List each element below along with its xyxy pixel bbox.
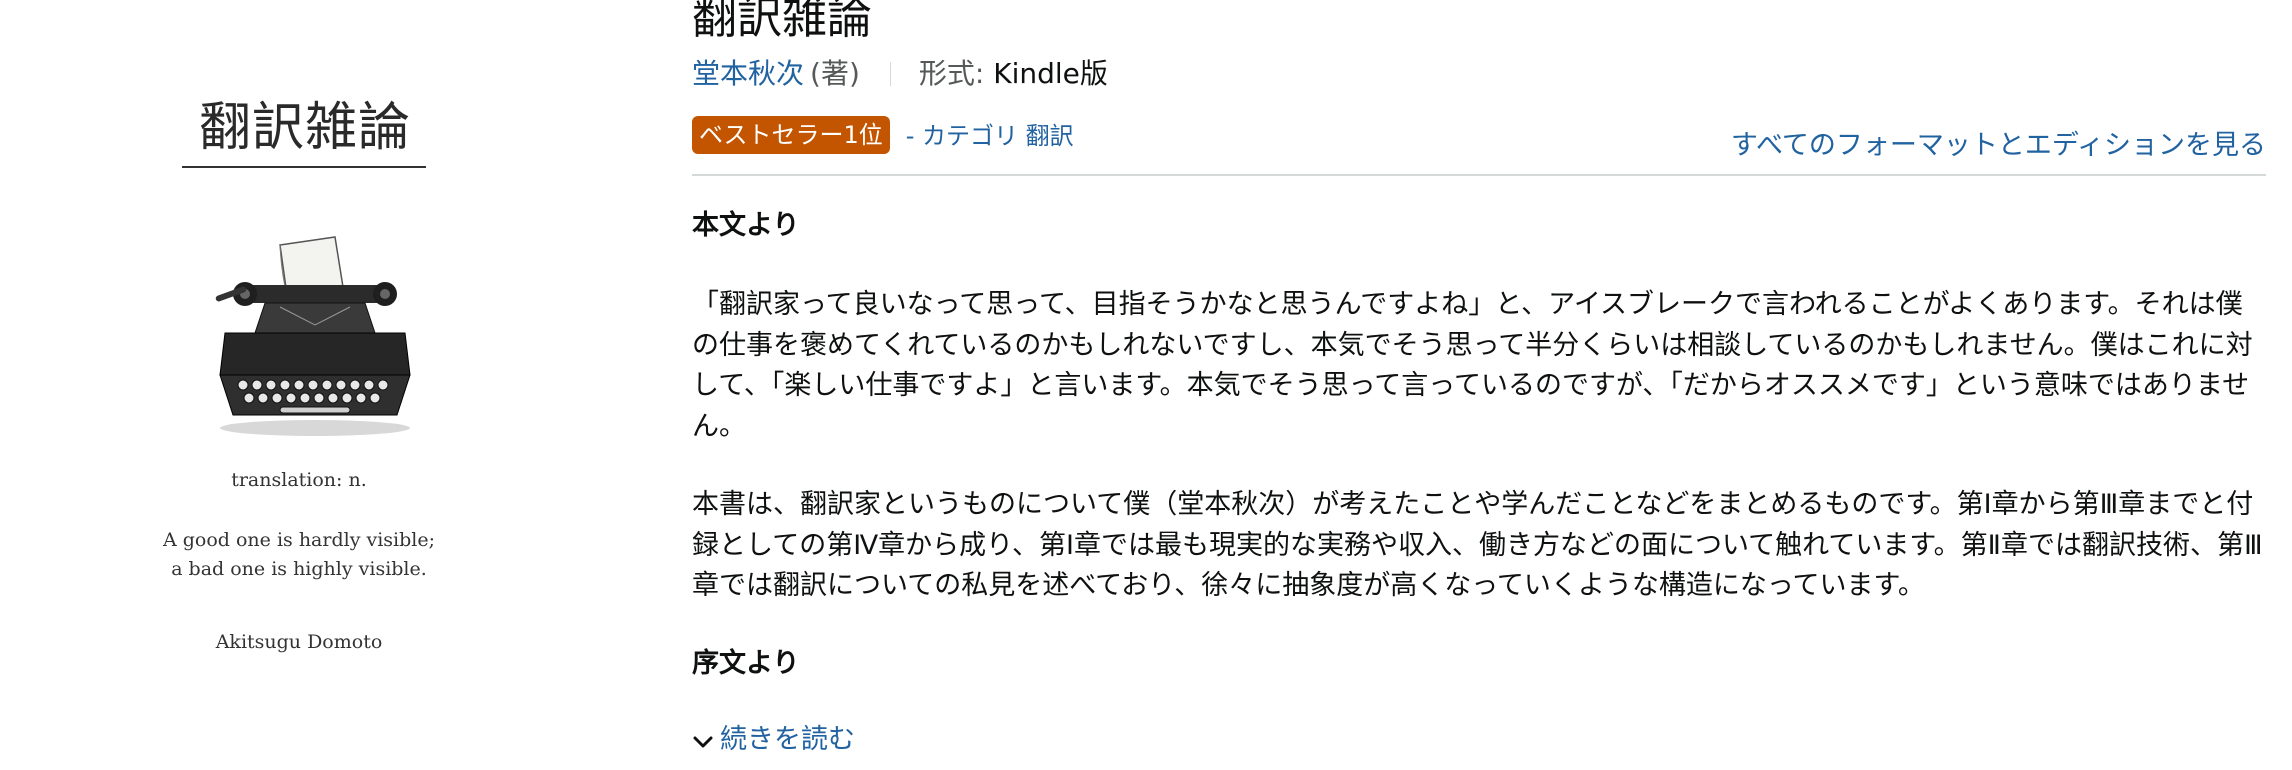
author-contribution: (著) <box>810 57 860 90</box>
read-more-label: 続きを読む <box>720 724 855 755</box>
format-label: 形式: <box>918 57 985 90</box>
description-paragraph-1: 「翻訳家って良いなって思って、目指そうかなと思うんですよね」と、アイスブレークで… <box>692 289 2253 442</box>
bestseller-badge[interactable]: ベストセラー1位 <box>692 116 890 154</box>
cover-title: 翻訳雑論 <box>198 98 411 158</box>
section-divider <box>692 174 2266 176</box>
chevron-down-icon <box>693 736 713 748</box>
typewriter-illustration <box>215 236 411 436</box>
all-formats-link[interactable]: すべてのフォーマットとエディションを見る <box>1731 128 2266 164</box>
bestseller-category-link[interactable]: - カテゴリ 翻訳 <box>906 116 1074 156</box>
author-link[interactable]: 堂本秋次 <box>692 57 804 90</box>
cover-quote: A good one is hardly visible; a bad one … <box>100 526 498 584</box>
read-more-link[interactable]: 続きを読む <box>692 722 855 758</box>
book-cover[interactable]: 翻訳雑論 translation: n. A good one is hardl… <box>0 0 600 770</box>
cover-author: Akitsugu Domoto <box>215 631 383 653</box>
cover-title-rule <box>182 166 426 168</box>
description-paragraph-2: 本書は、翻訳家というものについて僕（堂本秋次）が考えたことや学んだことなどをまと… <box>692 489 2263 601</box>
cover-definition: translation: n. <box>231 469 367 491</box>
heading-from-preface: 序文より <box>692 648 800 679</box>
product-title: 翻訳雑論 <box>692 0 873 44</box>
bestseller-badge-row: ベストセラー1位 - カテゴリ 翻訳 <box>692 116 1074 154</box>
cover-quote-line-1: A good one is hardly visible; <box>162 529 435 551</box>
byline: 堂本秋次 (著) 形式: Kindle版 <box>692 56 1108 92</box>
byline-separator <box>889 62 891 86</box>
format-value: Kindle版 <box>993 57 1108 90</box>
cover-quote-line-2: a bad one is highly visible. <box>171 558 427 580</box>
heading-from-body: 本文より <box>692 210 800 241</box>
